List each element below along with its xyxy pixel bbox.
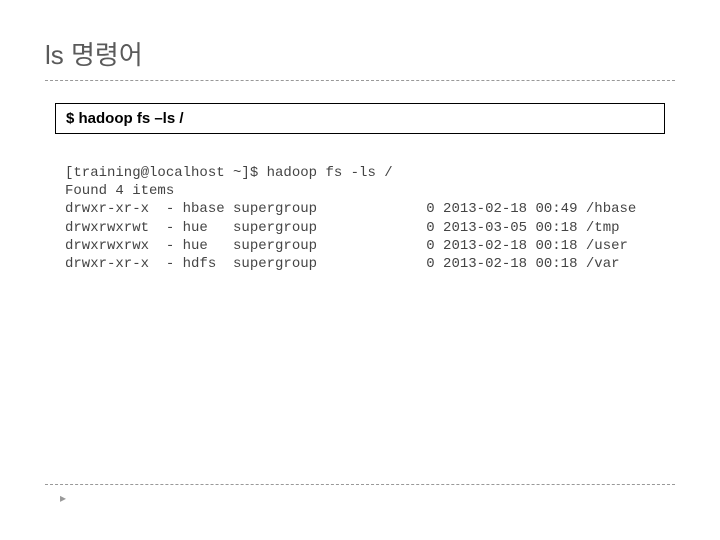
footer-divider bbox=[45, 484, 675, 485]
command-box: $ hadoop fs –ls / bbox=[55, 103, 665, 134]
terminal-output: [training@localhost ~]$ hadoop fs -ls / … bbox=[65, 164, 675, 273]
footer-area: ▸ bbox=[45, 484, 675, 505]
page-title: ls 명령어 bbox=[45, 35, 675, 72]
title-divider bbox=[45, 80, 675, 81]
footer-marker: ▸ bbox=[60, 491, 675, 505]
